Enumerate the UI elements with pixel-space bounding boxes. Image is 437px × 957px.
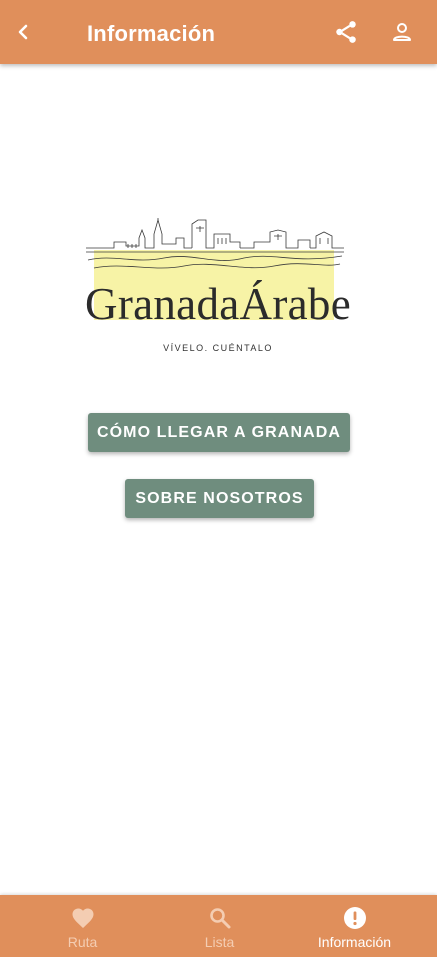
nav-item-informacion[interactable]: Información: [282, 895, 427, 957]
back-arrow-icon: [18, 24, 28, 40]
share-icon: [336, 21, 356, 43]
como-llegar-button[interactable]: CÓMO LLEGAR A GRANADA: [88, 413, 350, 452]
info-alert-icon: [342, 905, 368, 931]
nav-label-informacion: Información: [317, 934, 392, 950]
bottom-navigation: Ruta Lista Información: [0, 895, 437, 957]
share-button[interactable]: [331, 17, 361, 47]
alhambra-skyline-illustration: [86, 218, 344, 269]
account-button[interactable]: [387, 17, 417, 47]
account-icon: [393, 23, 411, 41]
app-bar: Información: [0, 0, 437, 64]
back-button[interactable]: [8, 17, 38, 47]
nav-item-lista[interactable]: Lista: [147, 895, 292, 957]
brand-logo: GranadaÁrabe VÍVELO. CUÉNTALO: [58, 208, 378, 358]
nav-label-lista: Lista: [204, 934, 235, 950]
nav-label-ruta: Ruta: [67, 934, 98, 950]
search-icon: [207, 905, 233, 931]
brand-tagline: VÍVELO. CUÉNTALO: [163, 343, 273, 353]
sobre-nosotros-button[interactable]: SOBRE NOSOTROS: [125, 479, 314, 518]
nav-item-ruta[interactable]: Ruta: [10, 895, 155, 957]
page-title: Información: [87, 21, 216, 46]
brand-name: GranadaÁrabe: [85, 279, 351, 329]
heart-icon: [70, 905, 96, 931]
